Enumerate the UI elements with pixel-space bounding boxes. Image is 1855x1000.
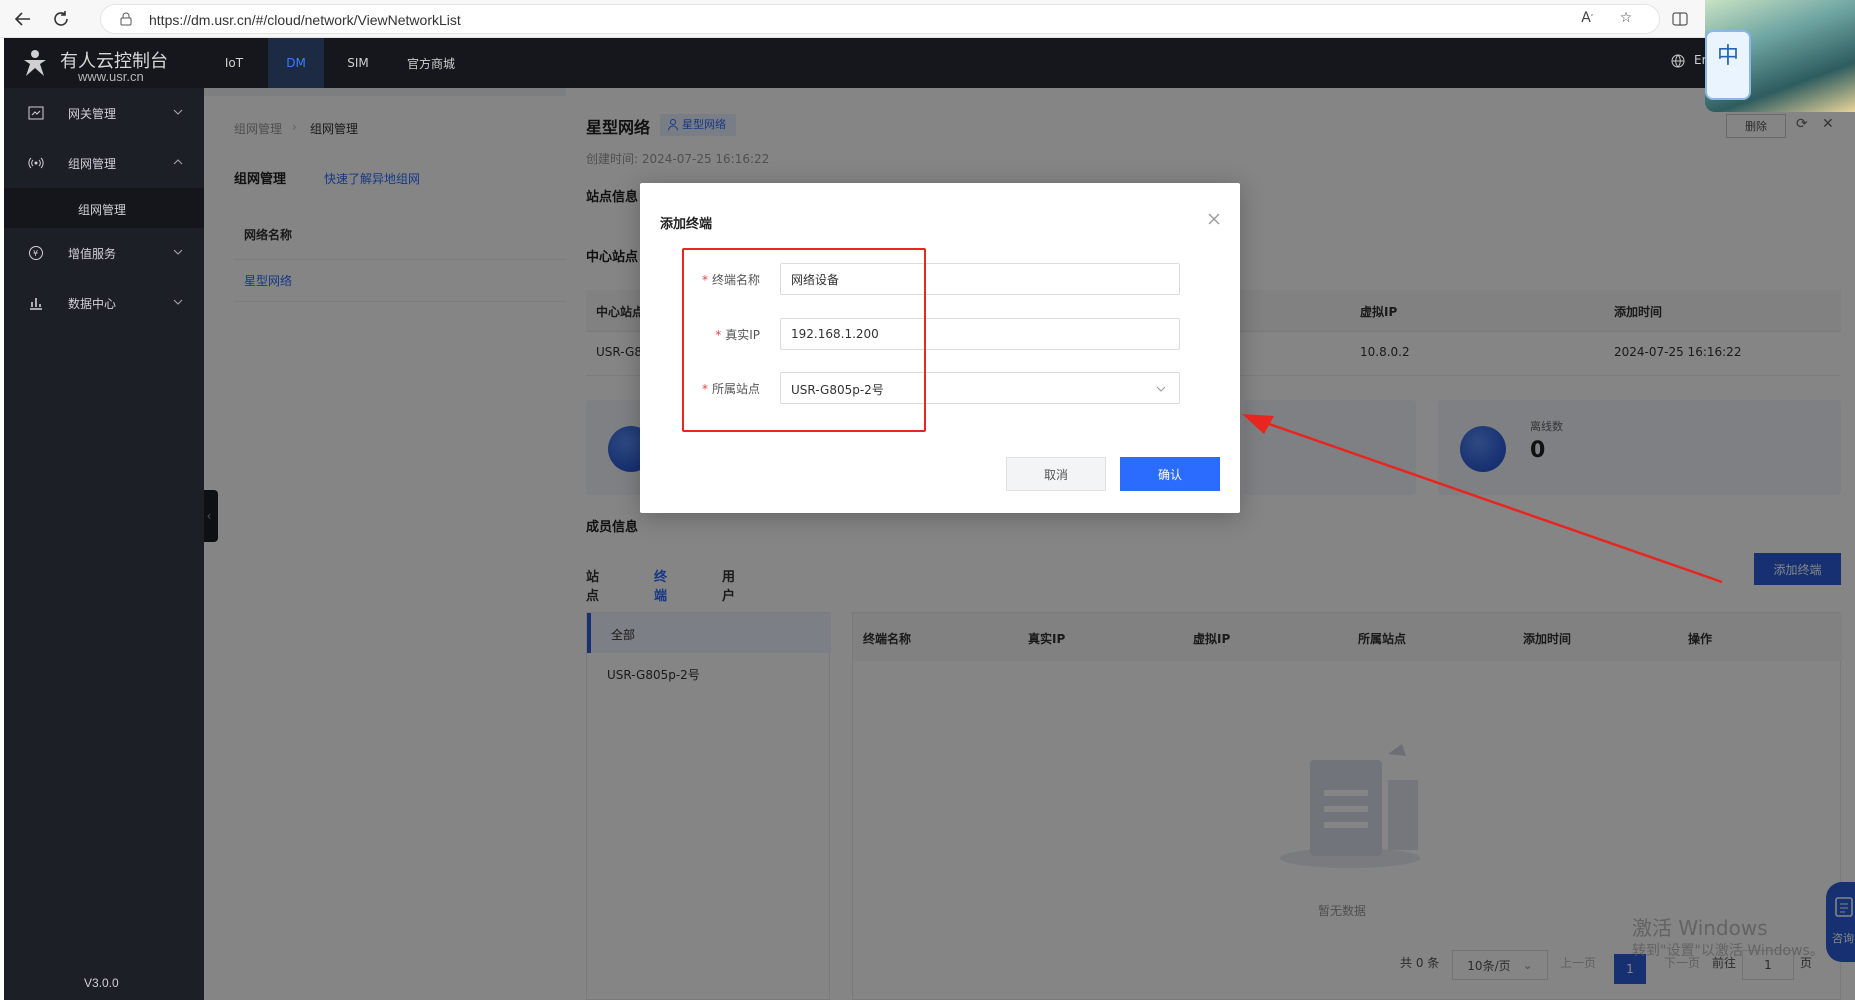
close-icon[interactable] [1206, 211, 1222, 227]
sidebar-item-label: 增值服务 [68, 247, 117, 261]
version-label: V3.0.0 [84, 976, 119, 990]
topnav-iot[interactable]: IoT [210, 38, 258, 88]
usr-logo-icon [24, 50, 46, 76]
sidebar-item-label: 数据中心 [68, 297, 117, 311]
sidebar-item-label: 网关管理 [68, 107, 117, 121]
sidebar-item-value-added[interactable]: ¥ 增值服务 [4, 228, 204, 278]
favorite-star-icon[interactable]: ☆ [1616, 8, 1636, 28]
chevron-down-icon [173, 249, 183, 255]
topnav-store[interactable]: 官方商城 [396, 38, 466, 88]
chevron-down-icon [1156, 386, 1166, 392]
back-icon[interactable] [10, 6, 36, 32]
url-text: https://dm.usr.cn/#/cloud/network/ViewNe… [149, 12, 461, 28]
brand-logo[interactable]: 有人云控制台 www.usr.cn [16, 42, 206, 86]
app-header: 有人云控制台 www.usr.cn IoT DM SIM 官方商城 Er [4, 38, 1855, 88]
sidebar-item-network[interactable]: 组网管理 [4, 138, 204, 188]
avatar[interactable]: 中 [1705, 0, 1855, 112]
lock-icon [120, 12, 132, 26]
read-aloud-icon[interactable]: Aﾞ [1578, 8, 1598, 28]
sidebar-item-gateway[interactable]: 网关管理 [4, 88, 204, 138]
brand-site: www.usr.cn [78, 69, 144, 84]
annotation-highlight-box [682, 248, 926, 432]
cancel-button[interactable]: 取消 [1006, 457, 1106, 491]
reload-icon[interactable] [48, 6, 74, 32]
gateway-icon [28, 106, 44, 120]
annotation-arrow [1242, 414, 1723, 584]
ime-badge-label: 中 [1717, 44, 1740, 69]
chevron-down-icon [173, 109, 183, 115]
address-bar[interactable]: https://dm.usr.cn/#/cloud/network/ViewNe… [100, 4, 1660, 34]
sidebar-item-label: 组网管理 [68, 157, 117, 171]
globe-icon[interactable] [1671, 54, 1685, 68]
chevron-up-icon [173, 159, 183, 165]
signal-icon [28, 157, 44, 169]
dialog-title: 添加终端 [660, 217, 713, 232]
bar-chart-icon [30, 298, 42, 310]
chevron-down-icon [173, 299, 183, 305]
sidebar-subitem-label: 组网管理 [78, 203, 127, 217]
svg-text:¥: ¥ [33, 249, 38, 258]
sidebar-subitem-network-manage[interactable]: 组网管理 [4, 188, 204, 228]
sidebar-item-data-center[interactable]: 数据中心 [4, 278, 204, 328]
ime-badge[interactable]: 中 [1705, 30, 1751, 100]
confirm-button[interactable]: 确认 [1120, 457, 1220, 491]
sidebar: 网关管理 组网管理 组网管理 ¥ 增值服务 数据中心 V3.0.0 [4, 88, 204, 1000]
topnav-dm[interactable]: DM [268, 38, 324, 88]
split-screen-icon[interactable] [1668, 8, 1692, 30]
browser-toolbar: https://dm.usr.cn/#/cloud/network/ViewNe… [0, 0, 1855, 38]
currency-icon: ¥ [29, 246, 43, 260]
topnav-sim[interactable]: SIM [332, 38, 384, 88]
